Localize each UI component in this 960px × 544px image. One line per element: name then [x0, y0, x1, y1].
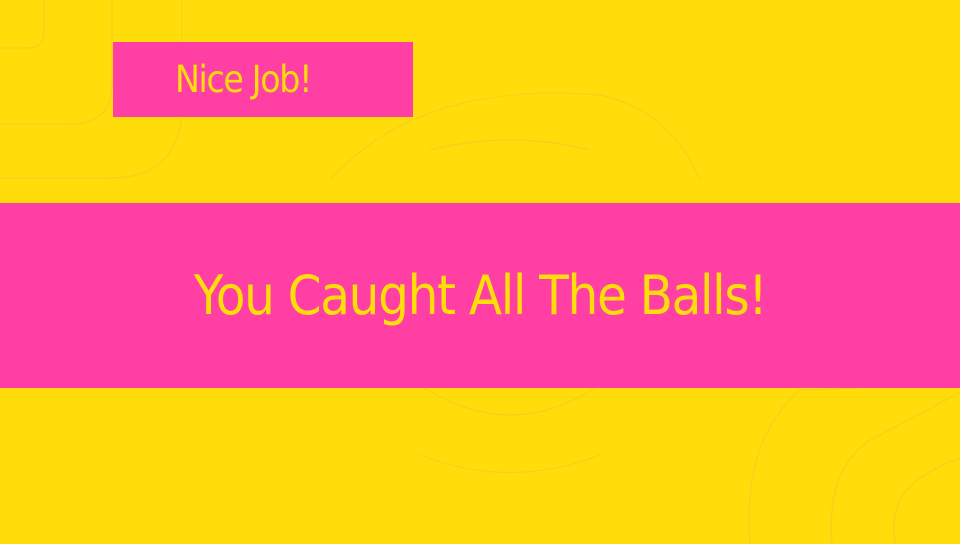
result-message: You Caught All The Balls!: [193, 263, 768, 327]
result-banner: You Caught All The Balls!: [0, 203, 960, 388]
badge-label: Nice Job!: [175, 58, 312, 101]
nice-job-badge: Nice Job!: [113, 42, 413, 117]
